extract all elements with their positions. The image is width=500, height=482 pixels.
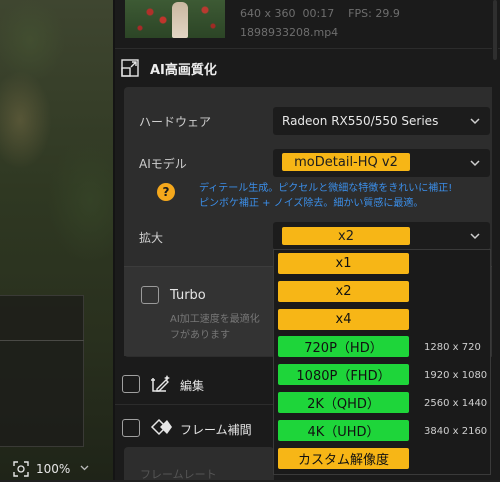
scale-option-1080p[interactable]: 1080P（FHD）: [278, 364, 409, 385]
model-description-line2: ピンボケ補正 + ノイズ除去。細かい質感に最適。: [199, 198, 424, 209]
frame-interpolation-icon: [150, 418, 174, 436]
ai-model-label: AIモデル: [139, 157, 187, 171]
scale-label: 拡大: [139, 231, 164, 245]
preview-divider: [0, 340, 84, 341]
ai-model-value: moDetail-HQ v2: [282, 153, 410, 171]
preview-overlay-frame: [0, 295, 84, 447]
ai-enhance-header: AI高画質化: [118, 56, 498, 80]
upscale-icon: [120, 58, 140, 78]
edit-icon: [150, 374, 172, 394]
frame-interp-label: フレーム補間: [180, 423, 252, 437]
resolution-720p: 1280 x 720: [424, 342, 481, 353]
scrollbar-thumb[interactable]: [493, 0, 497, 60]
zoom-control[interactable]: 100%: [12, 458, 100, 480]
scale-option-x4[interactable]: x4: [278, 309, 409, 330]
divider: [115, 48, 500, 49]
help-icon[interactable]: ?: [157, 183, 175, 201]
zoom-icon: [12, 460, 30, 478]
model-description-line1: ディテール生成。ピクセルと微細な特徴をきれいに補正!: [199, 183, 453, 194]
resolution-1080p: 1920 x 1080: [424, 370, 488, 381]
scale-option-x2[interactable]: x2: [278, 281, 409, 302]
hardware-value: Radeon RX550/550 Series: [282, 114, 439, 128]
edit-checkbox[interactable]: [122, 375, 140, 393]
scale-value: x2: [282, 227, 410, 245]
video-filename: 1898933208.mp4: [240, 26, 339, 39]
turbo-description-line1: AI加工速度を最適化: [170, 314, 260, 325]
turbo-checkbox[interactable]: [141, 286, 159, 304]
panel-scrollbar[interactable]: [492, 0, 498, 480]
chevron-down-icon: [469, 230, 481, 242]
edit-label: 編集: [180, 379, 205, 393]
scale-option-x1[interactable]: x1: [278, 253, 409, 274]
hardware-label: ハードウェア: [139, 115, 212, 129]
turbo-description-line2: フがあります: [170, 330, 230, 341]
chevron-down-icon: [80, 464, 89, 474]
video-meta: 640 x 360 00:17 FPS: 29.9: [240, 7, 400, 20]
chevron-down-icon: [469, 157, 481, 169]
thumbnail-subject: [172, 2, 188, 38]
chevron-down-icon: [469, 115, 481, 127]
zoom-level: 100%: [36, 462, 71, 476]
scale-option-2k[interactable]: 2K（QHD）: [278, 392, 409, 413]
scale-option-custom[interactable]: カスタム解像度: [278, 448, 409, 469]
scale-option-4k[interactable]: 4K（UHD）: [278, 420, 409, 441]
resolution-2k: 2560 x 1440: [424, 398, 488, 409]
ai-enhance-title: AI高画質化: [150, 62, 217, 78]
turbo-label: Turbo: [170, 288, 206, 303]
resolution-4k: 3840 x 2160: [424, 426, 488, 437]
frame-interp-checkbox[interactable]: [122, 419, 140, 437]
scale-option-720p[interactable]: 720P（HD）: [278, 336, 409, 357]
divider: [115, 404, 275, 405]
